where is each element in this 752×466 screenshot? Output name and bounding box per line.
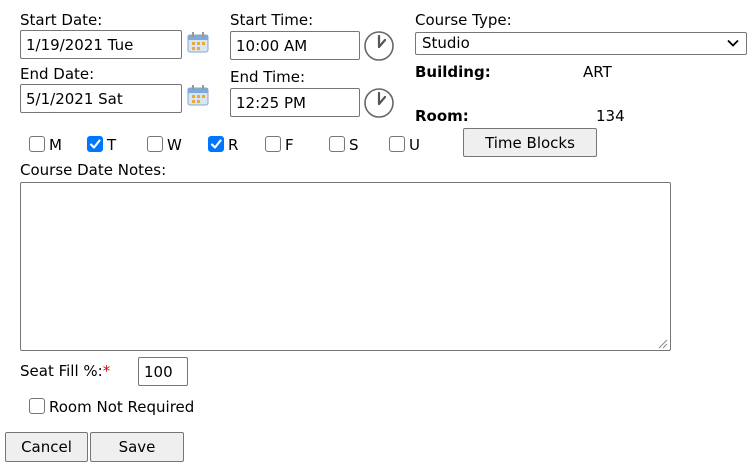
day-label-t: T [107,136,117,154]
day-checkbox-r[interactable] [208,136,224,152]
room-value: 134 [596,107,625,125]
resize-handle-icon[interactable] [656,337,668,349]
end-date-label: End Date: [20,65,95,83]
end-time-label: End Time: [230,68,306,86]
day-checkbox-w[interactable] [147,136,163,152]
clock-icon[interactable] [363,30,395,66]
start-time-label: Start Time: [230,11,314,29]
calendar-icon[interactable] [186,29,212,59]
day-label-r: R [228,136,239,154]
seat-fill-label-text: Seat Fill %: [20,362,103,380]
clock-icon[interactable] [363,87,395,123]
day-label-m: M [49,136,62,154]
seat-fill-input[interactable] [138,357,188,386]
start-time-input[interactable] [230,31,360,60]
checkmark-icon [89,139,101,149]
building-label: Building: [415,63,491,81]
cancel-button[interactable]: Cancel [5,432,88,462]
start-date-label: Start Date: [20,11,103,29]
course-date-notes-label: Course Date Notes: [20,161,167,179]
day-label-w: W [167,136,182,154]
day-checkbox-f[interactable] [265,136,281,152]
day-checkbox-u[interactable] [389,136,405,152]
end-date-input[interactable] [20,84,182,113]
day-checkbox-m[interactable] [29,136,45,152]
course-date-notes-textarea[interactable] [20,182,671,351]
room-label: Room: [415,107,469,125]
calendar-icon[interactable] [186,82,212,112]
course-type-selected: Studio [422,34,470,52]
day-label-f: F [285,136,294,154]
day-checkbox-t[interactable] [87,136,103,152]
time-blocks-button[interactable]: Time Blocks [463,128,597,157]
seat-fill-label: Seat Fill %:* [20,362,110,380]
course-type-label: Course Type: [415,11,512,29]
chevron-down-icon [727,39,739,47]
end-time-input[interactable] [230,88,360,117]
building-value: ART [583,63,612,81]
day-checkbox-s[interactable] [329,136,345,152]
save-button[interactable]: Save [90,432,184,462]
room-not-required-checkbox[interactable] [29,398,45,414]
day-label-s: S [349,136,359,154]
required-indicator: * [102,362,111,380]
checkmark-icon [210,139,222,149]
room-not-required-label: Room Not Required [49,398,195,416]
course-type-select[interactable]: Studio [415,32,747,55]
day-label-u: U [409,136,420,154]
start-date-input[interactable] [20,30,182,59]
